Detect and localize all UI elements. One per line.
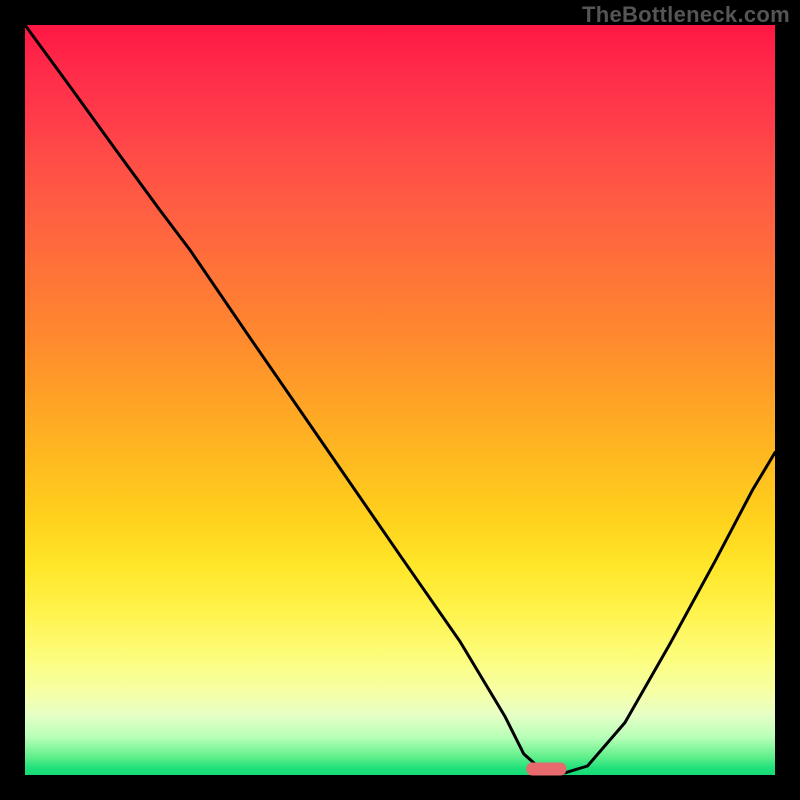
curve-svg	[25, 25, 775, 775]
plot-area	[25, 25, 775, 775]
bottleneck-curve-path	[25, 25, 775, 773]
chart-frame: TheBottleneck.com	[0, 0, 800, 800]
optimal-range-marker	[526, 763, 566, 776]
